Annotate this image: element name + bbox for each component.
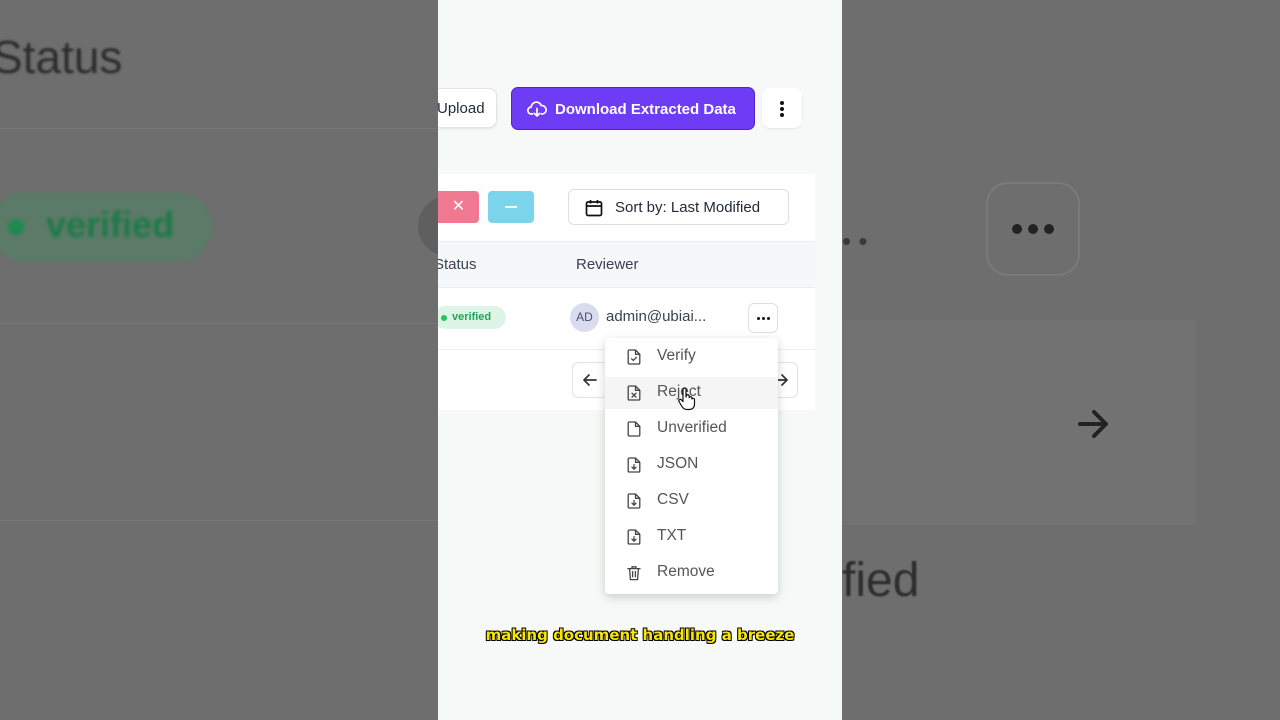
menu-item-label: Remove bbox=[657, 563, 715, 580]
bg-ellipsis: • • bbox=[842, 226, 868, 256]
status-dot bbox=[8, 219, 24, 235]
sort-label: Sort by: Last Modified bbox=[615, 199, 761, 216]
file-download-icon bbox=[627, 493, 641, 509]
status-dot bbox=[441, 315, 447, 321]
menu-item-unverified[interactable]: Unverified bbox=[605, 413, 778, 445]
divider bbox=[0, 520, 440, 521]
menu-item-csv[interactable]: CSV bbox=[605, 485, 778, 517]
upload-label: Upload bbox=[438, 99, 485, 117]
file-download-icon bbox=[627, 457, 641, 473]
menu-item-label: Unverified bbox=[657, 419, 727, 436]
divider bbox=[0, 128, 440, 129]
calendar-icon bbox=[585, 200, 603, 217]
menu-item-remove[interactable]: Remove bbox=[605, 557, 778, 589]
trash-icon bbox=[627, 566, 641, 581]
app-panel: Upload Download Extracted Data ✕ Sort by… bbox=[438, 0, 842, 720]
minus-icon bbox=[505, 206, 517, 208]
file-download-icon bbox=[627, 529, 641, 545]
cloud-download-icon bbox=[527, 101, 547, 117]
menu-item-txt[interactable]: TXT bbox=[605, 521, 778, 553]
row-actions-button[interactable] bbox=[748, 303, 778, 333]
reviewer-email: admin@ubiai... bbox=[606, 308, 707, 325]
bg-status-heading: Status bbox=[0, 31, 123, 83]
file-icon bbox=[627, 421, 641, 437]
bg-arrow-right-icon bbox=[1078, 410, 1108, 438]
bg-partial-text: fied bbox=[842, 554, 920, 607]
arrow-left-icon bbox=[583, 374, 597, 386]
row-actions-menu: Verify Reject Unverified JSON CSV TXT Re… bbox=[605, 338, 778, 594]
previous-page-button[interactable] bbox=[572, 362, 608, 398]
upload-button[interactable]: Upload bbox=[438, 88, 497, 128]
table-header: Status Reviewer bbox=[438, 241, 815, 288]
file-check-icon bbox=[627, 349, 641, 365]
unverified-filter-button[interactable] bbox=[488, 191, 534, 223]
reject-filter-button[interactable]: ✕ bbox=[438, 191, 479, 223]
menu-item-label: JSON bbox=[657, 455, 699, 472]
sort-button[interactable]: Sort by: Last Modified bbox=[568, 189, 789, 225]
bg-verified-text: verified bbox=[46, 204, 175, 245]
bg-more-button bbox=[986, 182, 1080, 276]
status-text: verified bbox=[452, 311, 492, 323]
download-extracted-data-button[interactable]: Download Extracted Data bbox=[511, 87, 755, 130]
menu-item-label: Verify bbox=[657, 347, 696, 364]
file-x-icon bbox=[627, 385, 641, 401]
avatar: AD bbox=[570, 303, 599, 332]
hand-pointer-cursor-icon bbox=[678, 387, 696, 411]
divider bbox=[0, 323, 440, 324]
column-header-status: Status bbox=[438, 256, 477, 273]
bg-panel bbox=[842, 320, 1196, 525]
menu-item-label: TXT bbox=[657, 527, 687, 544]
menu-item-label: CSV bbox=[657, 491, 689, 508]
menu-item-verify[interactable]: Verify bbox=[605, 341, 778, 373]
column-header-reviewer: Reviewer bbox=[576, 256, 639, 273]
more-options-button[interactable] bbox=[762, 88, 802, 128]
bg-verified-badge: verified bbox=[0, 192, 212, 262]
menu-item-json[interactable]: JSON bbox=[605, 449, 778, 481]
download-label: Download Extracted Data bbox=[555, 101, 736, 118]
status-badge: verified bbox=[438, 306, 506, 329]
video-caption: making document handling a breeze bbox=[485, 626, 795, 644]
